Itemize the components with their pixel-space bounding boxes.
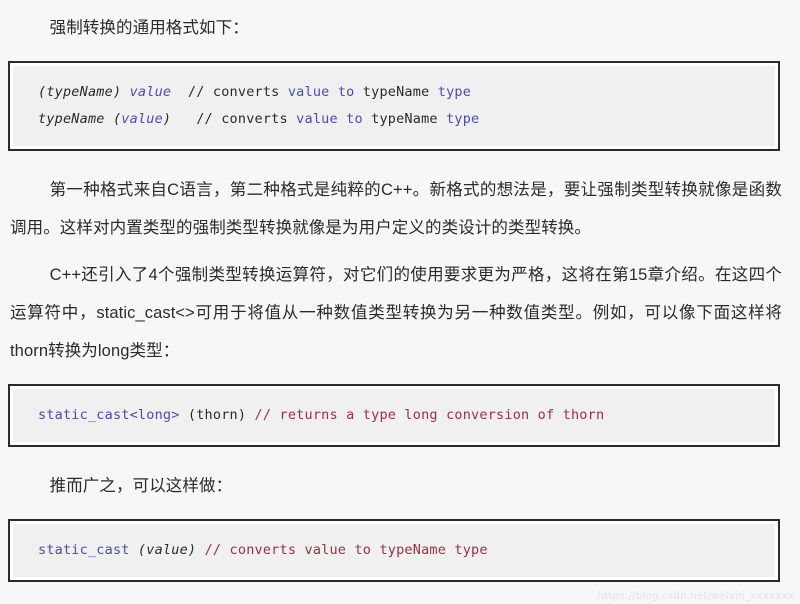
code-token-plain: (typeName) (38, 84, 130, 100)
paragraph-cast-formats-explanation: 第一种格式来自C语言，第二种格式是纯粹的C++。新格式的想法是，要让强制类型转换… (10, 181, 782, 237)
code-token-plain: (thorn) (179, 407, 255, 423)
code-line-function-style-cast: typeName (value) // converts value to ty… (38, 106, 775, 133)
watermark: https://blog.csdn.net/weixin_xxxxxxx (597, 591, 794, 602)
code-token-keyword: value (296, 111, 338, 127)
code-block-static-cast-generic: static_cast (value) // converts value to… (8, 519, 780, 582)
code-token-plain: (value) (129, 542, 205, 558)
code-token-comment-start: // converts (171, 84, 288, 100)
code-block-cast-formats-inner: (typeName) value // converts value to ty… (13, 66, 775, 146)
code-line-c-style-cast: (typeName) value // converts value to ty… (38, 79, 775, 106)
code-token-plain: typeName (362, 111, 447, 127)
code-block-cast-formats: (typeName) value // converts value to ty… (8, 61, 780, 151)
spacer-between-paragraphs (0, 247, 800, 256)
code-token-keyword: to (337, 84, 355, 100)
code-token-plain: typeName ( (38, 111, 122, 127)
code-token-plain: ) (162, 111, 172, 127)
article-page: 强制转换的通用格式如下： (typeName) value // convert… (0, 0, 800, 604)
top-spacer (0, 0, 800, 9)
code-token-keyword: static_cast (38, 407, 130, 423)
code-line-static-cast-thorn: static_cast<long> (thorn) // returns a t… (38, 402, 775, 429)
code-token-keyword: static_cast (38, 542, 130, 558)
spacer-after-code-2 (0, 447, 800, 467)
code-block-static-cast-long-inner: static_cast<long> (thorn) // returns a t… (13, 389, 775, 442)
paragraph-generalization: 推而广之，可以这样做： (49, 477, 233, 495)
code-token-comment-start: // converts (171, 111, 297, 127)
code-token-keyword: value (121, 111, 163, 127)
code-line-static-cast-value: static_cast (value) // converts value to… (38, 537, 775, 564)
code-block-static-cast-generic-inner: static_cast (value) // converts value to… (13, 524, 775, 577)
code-token-plain: typeName (354, 84, 438, 100)
code-token-template-arg: <long> (129, 407, 180, 423)
code-token-keyword: type (437, 84, 472, 100)
spacer-after-code-1 (0, 151, 800, 171)
spacer-before-code-1 (0, 47, 800, 61)
code-token-keyword: value (287, 84, 330, 100)
code-token-keyword: type (446, 111, 480, 127)
code-block-static-cast-long: static_cast<long> (thorn) // returns a t… (8, 384, 780, 447)
paragraph-cast-operators-explanation: C++还引入了4个强制类型转换运算符，对它们的使用要求更为严格，这将在第15章介… (10, 266, 782, 360)
code-token-comment: // returns a type long conversion of tho… (254, 407, 605, 423)
code-token-keyword: value (129, 84, 172, 100)
spacer-before-code-3 (0, 505, 800, 519)
code-token-keyword: to (346, 111, 363, 127)
code-token-comment: // converts value to typeName type (204, 542, 488, 558)
lead-paragraph: 强制转换的通用格式如下： (49, 19, 249, 37)
spacer-before-code-2 (0, 370, 800, 384)
